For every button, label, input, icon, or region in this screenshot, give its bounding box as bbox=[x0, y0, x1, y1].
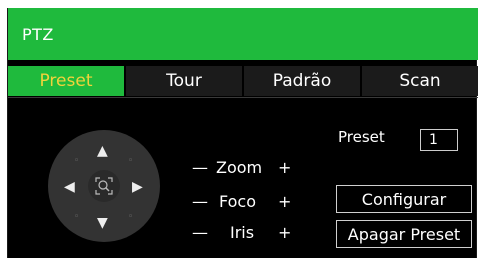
apagar-preset-button[interactable]: Apagar Preset bbox=[336, 220, 472, 248]
tab-padrao[interactable]: Padrão bbox=[244, 66, 362, 96]
ptz-joystick[interactable]: ◦ ◦ ◦ ◦ ▲ ▼ ◀ ▶ bbox=[48, 130, 160, 242]
up-right-arrow-icon[interactable]: ◦ bbox=[128, 154, 133, 168]
pan-left-icon[interactable]: ◀ bbox=[64, 180, 75, 194]
tab-bar: Preset Tour Padrão Scan bbox=[8, 66, 478, 96]
focus-label: Foco bbox=[219, 192, 257, 211]
iris-control: — Iris + bbox=[186, 223, 326, 247]
pan-right-icon[interactable]: ▶ bbox=[132, 180, 143, 194]
focus-far-button[interactable]: + bbox=[278, 192, 291, 211]
area-zoom-button[interactable] bbox=[88, 170, 120, 202]
tab-divider bbox=[8, 97, 478, 98]
zoom-in-button[interactable]: + bbox=[278, 158, 291, 177]
tab-preset[interactable]: Preset bbox=[8, 66, 126, 96]
up-left-arrow-icon[interactable]: ◦ bbox=[74, 154, 79, 168]
window-title: PTZ bbox=[22, 24, 54, 44]
down-left-arrow-icon[interactable]: ◦ bbox=[74, 210, 79, 224]
zoom-box-icon bbox=[95, 177, 113, 195]
zoom-control: — Zoom + bbox=[186, 158, 326, 182]
iris-label: Iris bbox=[230, 223, 255, 242]
iris-close-button[interactable]: — bbox=[192, 223, 208, 242]
tab-tour[interactable]: Tour bbox=[126, 66, 244, 96]
focus-near-button[interactable]: — bbox=[192, 192, 208, 211]
title-bar: PTZ bbox=[8, 8, 478, 60]
pan-up-icon[interactable]: ▲ bbox=[97, 144, 108, 158]
ptz-panel: PTZ Preset Tour Padrão Scan ◦ ◦ ◦ ◦ ▲ ▼ … bbox=[7, 8, 478, 258]
down-right-arrow-icon[interactable]: ◦ bbox=[128, 210, 133, 224]
tab-scan[interactable]: Scan bbox=[362, 66, 478, 96]
pan-down-icon[interactable]: ▼ bbox=[97, 216, 108, 230]
iris-open-button[interactable]: + bbox=[278, 223, 291, 242]
zoom-label: Zoom bbox=[216, 158, 263, 177]
preset-label: Preset bbox=[338, 128, 385, 146]
zoom-out-button[interactable]: — bbox=[192, 158, 208, 177]
preset-number-input[interactable]: 1 bbox=[420, 129, 458, 151]
configurar-button[interactable]: Configurar bbox=[336, 185, 472, 213]
focus-control: — Foco + bbox=[186, 192, 326, 216]
